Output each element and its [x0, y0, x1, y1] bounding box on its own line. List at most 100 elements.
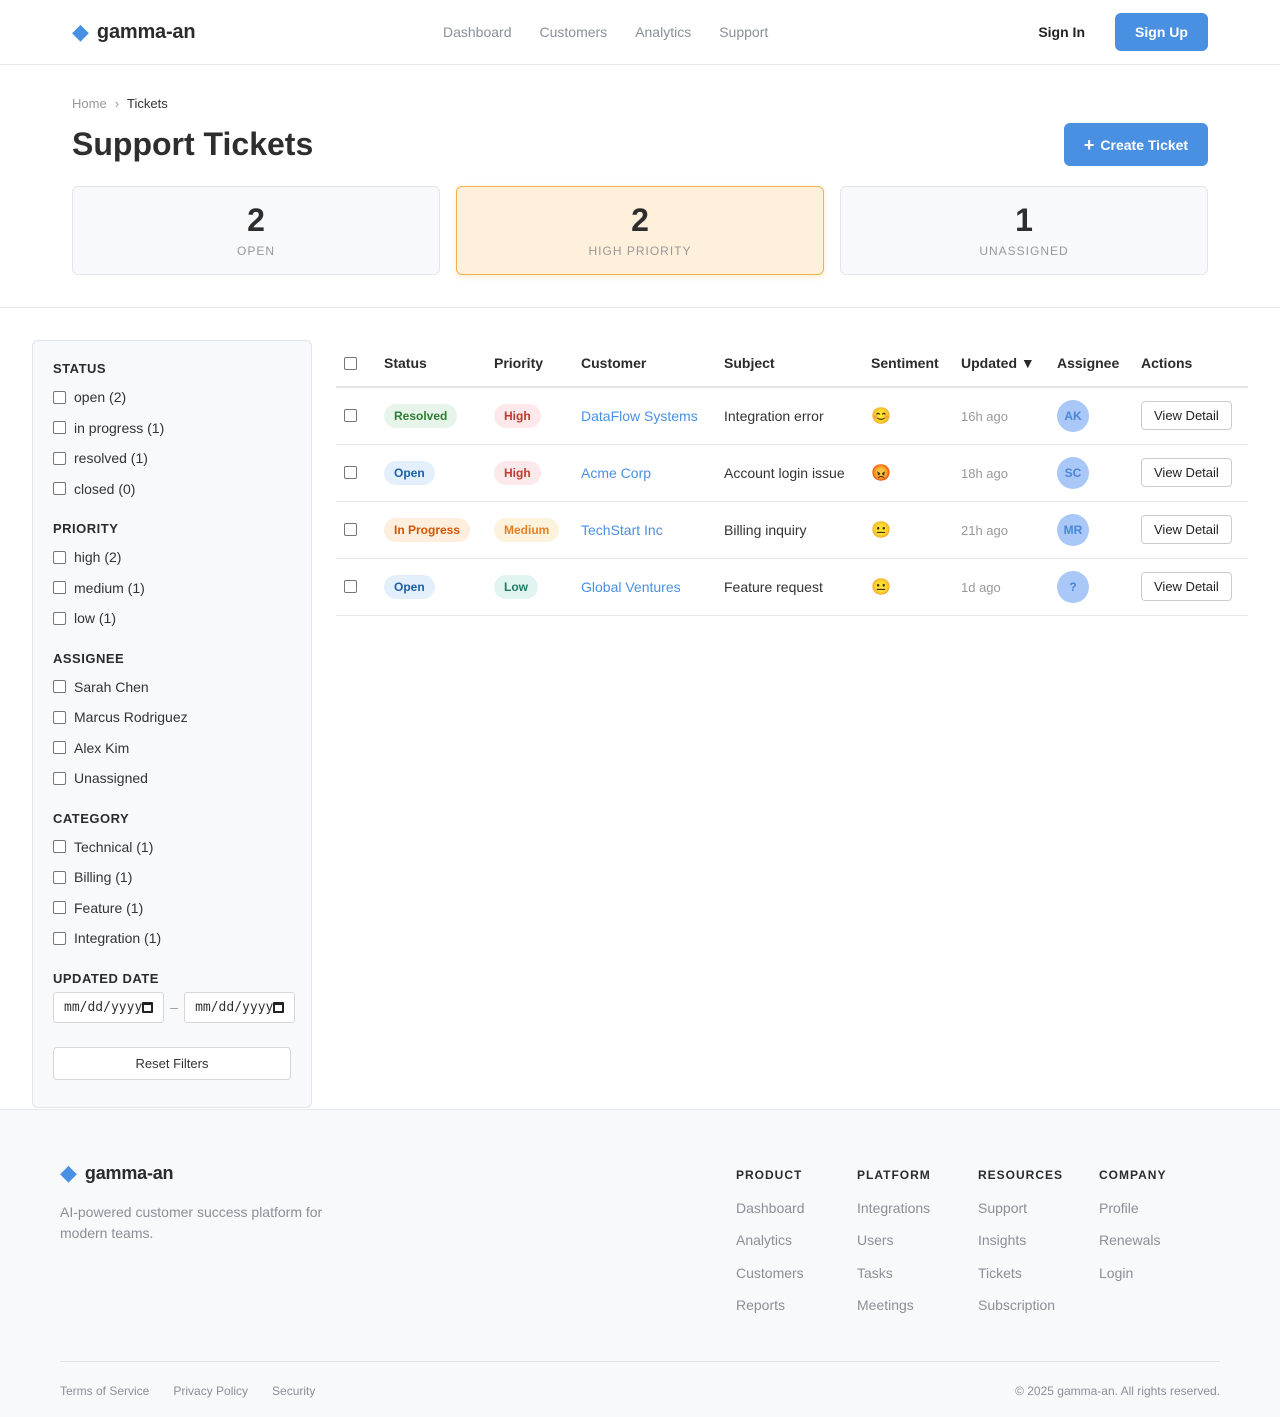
footer-link[interactable]: Dashboard: [736, 1200, 857, 1232]
column-header-subject[interactable]: Subject: [716, 340, 863, 388]
footer-link[interactable]: Tickets: [978, 1265, 1099, 1297]
filter-checkbox[interactable]: [53, 581, 66, 595]
filter-option[interactable]: high (2): [53, 542, 291, 573]
footer-link[interactable]: Integrations: [857, 1200, 978, 1232]
date-from-input[interactable]: mm/dd/yyyy: [53, 991, 165, 1023]
column-header-customer[interactable]: Customer: [573, 340, 716, 388]
filter-option[interactable]: Sarah Chen: [53, 672, 291, 703]
create-ticket-button[interactable]: + Create Ticket: [1064, 123, 1208, 166]
filter-option[interactable]: Integration (1): [53, 923, 291, 954]
footer-link[interactable]: Renewals: [1099, 1232, 1220, 1264]
footer-link[interactable]: Meetings: [857, 1297, 978, 1329]
footer-link[interactable]: Users: [857, 1232, 978, 1264]
column-header-priority[interactable]: Priority: [486, 340, 573, 388]
table-row[interactable]: Open Low Global Ventures Feature request 😐 1d…: [336, 558, 1248, 616]
filter-option[interactable]: Marcus Rodriguez: [53, 702, 291, 733]
calendar-icon[interactable]: [142, 1001, 154, 1013]
select-all-checkbox[interactable]: [344, 356, 357, 370]
footer-link[interactable]: Insights: [978, 1232, 1099, 1264]
filter-option[interactable]: Billing (1): [53, 862, 291, 893]
view-detail-button[interactable]: View Detail: [1141, 401, 1232, 431]
filter-option[interactable]: low (1): [53, 603, 291, 634]
footer-link[interactable]: Customers: [736, 1265, 857, 1297]
filter-checkbox[interactable]: [53, 931, 66, 945]
column-header-actions: Actions: [1133, 340, 1248, 388]
nav-customers[interactable]: Customers: [540, 24, 608, 40]
assignee-avatar: SC: [1057, 456, 1089, 489]
filter-option[interactable]: Technical (1): [53, 832, 291, 863]
footer-link[interactable]: Subscription: [978, 1297, 1099, 1329]
filter-option[interactable]: Feature (1): [53, 893, 291, 924]
filter-checkbox[interactable]: [53, 451, 66, 465]
page-header: Home › Tickets Support Tickets + Create …: [0, 65, 1280, 308]
sign-in-link[interactable]: Sign In: [1038, 24, 1085, 40]
filter-checkbox[interactable]: [53, 482, 66, 496]
table-row[interactable]: Open High Acme Corp Account login issue 😡 18h…: [336, 444, 1248, 502]
filter-checkbox[interactable]: [53, 550, 66, 564]
stat-value: 1: [1015, 201, 1033, 238]
date-to-input[interactable]: mm/dd/yyyy: [184, 991, 296, 1023]
filter-checkbox[interactable]: [53, 870, 66, 884]
filter-option[interactable]: Alex Kim: [53, 733, 291, 764]
sign-up-button[interactable]: Sign Up: [1115, 13, 1208, 51]
filter-checkbox[interactable]: [53, 840, 66, 854]
filter-option-label: Technical (1): [74, 838, 154, 855]
privacy-link[interactable]: Privacy Policy: [173, 1384, 248, 1398]
filter-option[interactable]: Unassigned: [53, 763, 291, 794]
filter-option[interactable]: resolved (1): [53, 443, 291, 474]
row-checkbox[interactable]: [344, 580, 357, 593]
filter-checkbox[interactable]: [53, 741, 66, 755]
view-detail-button[interactable]: View Detail: [1141, 458, 1232, 487]
updated-time: 1d ago: [961, 579, 1001, 595]
filter-group-priority: PRIORITY high (2) medium (1) low (1): [53, 521, 291, 634]
table-row[interactable]: Resolved High DataFlow Systems Integration …: [336, 387, 1248, 445]
view-detail-button[interactable]: View Detail: [1141, 515, 1232, 544]
filter-option-label: Alex Kim: [74, 739, 130, 756]
filter-option[interactable]: closed (0): [53, 474, 291, 505]
table-row[interactable]: In Progress Medium TechStart Inc Billing in…: [336, 501, 1248, 559]
row-checkbox[interactable]: [344, 409, 357, 423]
filter-checkbox[interactable]: [53, 390, 66, 404]
filter-checkbox[interactable]: [53, 771, 66, 785]
filter-checkbox[interactable]: [53, 901, 66, 915]
filter-option[interactable]: medium (1): [53, 573, 291, 604]
column-header-assignee[interactable]: Assignee: [1049, 340, 1133, 388]
nav-support[interactable]: Support: [719, 24, 768, 40]
nav-analytics[interactable]: Analytics: [635, 24, 691, 40]
footer-link[interactable]: Tasks: [857, 1265, 978, 1297]
filter-checkbox[interactable]: [53, 611, 66, 625]
filter-group-title: UPDATED DATE: [53, 970, 159, 986]
breadcrumb-home[interactable]: Home: [72, 96, 107, 111]
terms-link[interactable]: Terms of Service: [60, 1384, 149, 1398]
customer-link[interactable]: DataFlow Systems: [581, 408, 698, 424]
filter-option[interactable]: in progress (1): [53, 413, 291, 444]
filter-checkbox[interactable]: [53, 680, 66, 694]
footer-brand-block: ◆ gamma-an AI-powered customer success p…: [60, 1162, 350, 1329]
tickets-table-container: Status Priority Customer Subject Sentime…: [336, 340, 1248, 1109]
column-header-sentiment[interactable]: Sentiment: [863, 340, 953, 388]
view-detail-button[interactable]: View Detail: [1141, 572, 1232, 601]
footer-logo[interactable]: ◆ gamma-an: [60, 1162, 350, 1184]
customer-link[interactable]: Acme Corp: [581, 465, 651, 481]
legal-links: Terms of Service Privacy Policy Security: [60, 1384, 315, 1398]
row-checkbox[interactable]: [344, 523, 357, 536]
calendar-icon[interactable]: [273, 1001, 285, 1013]
date-separator: –: [170, 999, 179, 1015]
footer-link[interactable]: Profile: [1099, 1200, 1220, 1232]
filter-checkbox[interactable]: [53, 710, 66, 724]
footer-link[interactable]: Reports: [736, 1297, 857, 1329]
filter-option[interactable]: open (2): [53, 382, 291, 413]
row-checkbox[interactable]: [344, 466, 357, 479]
column-header-status[interactable]: Status: [376, 340, 486, 388]
column-header-updated[interactable]: Updated ▼: [953, 340, 1049, 388]
nav-dashboard[interactable]: Dashboard: [443, 24, 512, 40]
footer-link[interactable]: Login: [1099, 1265, 1220, 1297]
customer-link[interactable]: TechStart Inc: [581, 522, 663, 538]
customer-link[interactable]: Global Ventures: [581, 579, 681, 595]
security-link[interactable]: Security: [272, 1384, 315, 1398]
filter-checkbox[interactable]: [53, 421, 66, 435]
footer-link[interactable]: Analytics: [736, 1232, 857, 1264]
reset-filters-button[interactable]: Reset Filters: [53, 1046, 291, 1080]
brand-logo[interactable]: ◆ gamma-an: [72, 21, 196, 44]
footer-link[interactable]: Support: [978, 1200, 1099, 1232]
